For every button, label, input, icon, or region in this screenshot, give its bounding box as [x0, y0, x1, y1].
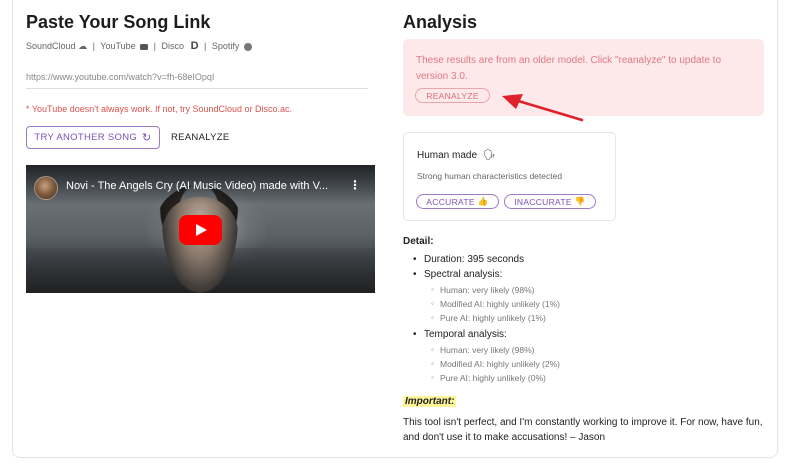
- arrow-shaft: [513, 98, 584, 122]
- annotation-arrow: [502, 94, 584, 122]
